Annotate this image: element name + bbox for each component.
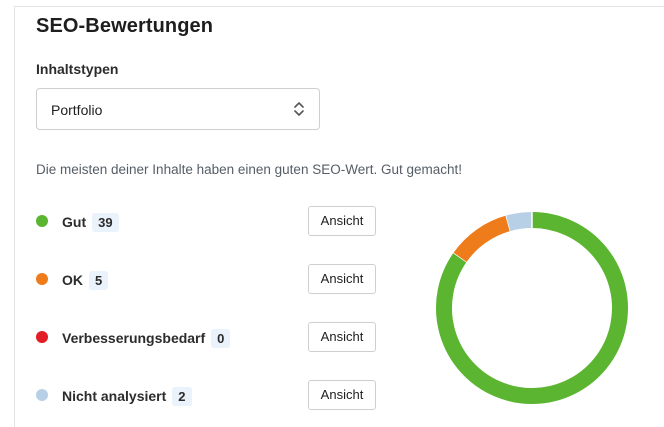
view-ok-button[interactable]: Ansicht bbox=[308, 264, 376, 294]
rating-row-gut: Gut 39 Ansicht bbox=[36, 206, 381, 236]
rating-row-nicht-analysiert: Nicht analysiert 2 Ansicht bbox=[36, 380, 381, 410]
rating-label: Gut bbox=[62, 214, 87, 230]
rating-label-wrap: OK 5 bbox=[62, 271, 109, 290]
donut-segment-ok bbox=[453, 215, 511, 263]
summary-text: Die meisten deiner Inhalte haben einen g… bbox=[36, 162, 462, 177]
status-dot-icon bbox=[36, 215, 48, 227]
seo-donut-chart bbox=[436, 211, 628, 404]
rating-label-wrap: Gut 39 bbox=[62, 213, 119, 232]
rating-count-badge: 39 bbox=[92, 213, 119, 232]
view-nicht-analysiert-button[interactable]: Ansicht bbox=[308, 380, 376, 410]
rating-count-badge: 0 bbox=[211, 329, 231, 348]
rating-label-wrap: Nicht analysiert 2 bbox=[62, 387, 192, 406]
view-gut-button[interactable]: Ansicht bbox=[308, 206, 376, 236]
rating-row-verbesserungsbedarf: Verbesserungsbedarf 0 Ansicht bbox=[36, 322, 381, 352]
content-type-label: Inhaltstypen bbox=[36, 61, 119, 77]
donut-segment-nicht-analysiert bbox=[506, 212, 533, 232]
rating-label: Nicht analysiert bbox=[62, 388, 167, 404]
status-dot-icon bbox=[36, 389, 48, 401]
panel-title: SEO-Bewertungen bbox=[36, 15, 214, 37]
status-dot-icon bbox=[36, 273, 48, 285]
rating-label: Verbesserungsbedarf bbox=[62, 330, 206, 346]
content-type-select[interactable]: Portfolio bbox=[36, 88, 320, 130]
view-verbesserungsbedarf-button[interactable]: Ansicht bbox=[308, 322, 376, 352]
rating-count-badge: 2 bbox=[172, 387, 192, 406]
rating-label: OK bbox=[62, 272, 83, 288]
chevron-up-down-icon bbox=[293, 99, 305, 119]
rating-row-ok: OK 5 Ansicht bbox=[36, 264, 381, 294]
content-type-value: Portfolio bbox=[51, 102, 103, 118]
rating-label-wrap: Verbesserungsbedarf 0 bbox=[62, 329, 231, 348]
rating-count-badge: 5 bbox=[89, 271, 109, 290]
status-dot-icon bbox=[36, 331, 48, 343]
